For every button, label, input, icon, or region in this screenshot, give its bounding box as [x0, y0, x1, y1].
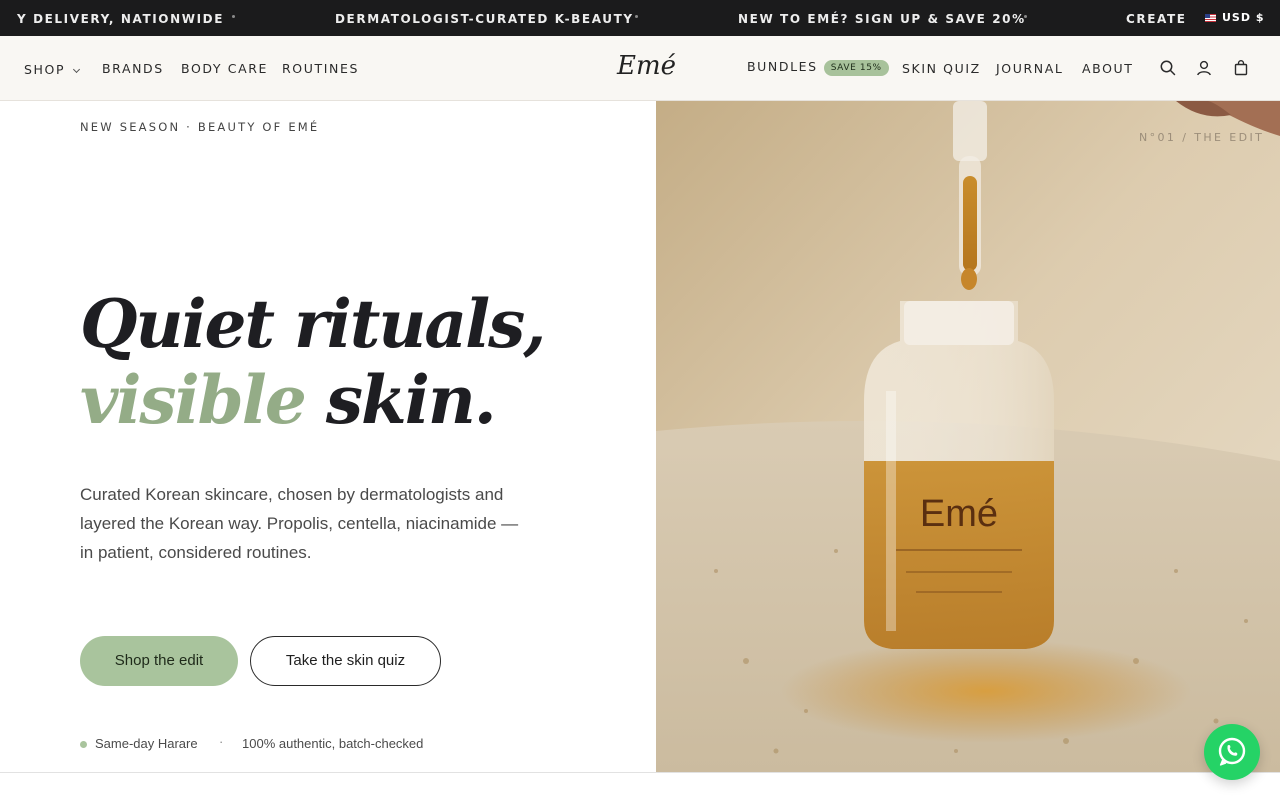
nav-shop-label: SHOP: [24, 62, 66, 77]
headline-rest: skin.: [325, 361, 497, 439]
bottle-label: Emé: [920, 493, 998, 535]
nav-routines[interactable]: ROUTINES: [282, 61, 359, 76]
whatsapp-chat-button[interactable]: [1204, 724, 1260, 780]
bundles-save-badge: SAVE 15%: [823, 60, 889, 76]
headline-line-1: Quiet rituals,: [80, 285, 546, 363]
site-header: SHOP BRANDS BODY CARE ROUTINES Emé BUNDL…: [0, 36, 1280, 101]
currency-label: USD $: [1222, 11, 1265, 24]
nav-brands[interactable]: BRANDS: [102, 61, 164, 76]
hero-image-tag: N°01 / THE EDIT: [1139, 131, 1265, 144]
trust-authentic: 100% authentic, batch-checked: [242, 736, 424, 751]
skin-quiz-button[interactable]: Take the skin quiz: [250, 636, 441, 686]
currency-selector[interactable]: USD $: [1205, 11, 1264, 24]
us-flag-icon: [1205, 13, 1216, 22]
nav-skin-quiz[interactable]: SKIN QUIZ: [902, 61, 981, 76]
hero-eyebrow: NEW SEASON · BEAUTY OF EMÉ: [80, 120, 320, 134]
announcement-message: Y DELIVERY, NATIONWIDE: [17, 12, 224, 26]
announcement-separator: [232, 15, 235, 18]
bag-icon[interactable]: [1232, 59, 1250, 77]
announcement-message: NEW TO EMÉ? SIGN UP & SAVE 20%: [738, 12, 1026, 26]
headline-accent: visible: [80, 361, 307, 439]
nav-bundles-label: BUNDLES: [747, 59, 818, 74]
nav-journal[interactable]: JOURNAL: [996, 61, 1063, 76]
status-dot-icon: [80, 741, 87, 748]
nav-body-care[interactable]: BODY CARE: [181, 61, 268, 76]
hero-subtext: Curated Korean skincare, chosen by derma…: [80, 485, 519, 562]
announcement-bar: Y DELIVERY, NATIONWIDE DERMATOLOGIST-CUR…: [0, 0, 1280, 36]
announcement-separator: [635, 15, 638, 18]
nav-about[interactable]: ABOUT: [1082, 61, 1134, 76]
chevron-down-icon: [73, 65, 81, 74]
hero-image: Emé: [656, 101, 1280, 772]
whatsapp-icon: [1218, 737, 1246, 766]
trust-separator: ·: [219, 734, 224, 749]
serum-bottle-illustration: Emé: [656, 101, 1280, 772]
account-icon[interactable]: [1195, 59, 1213, 77]
section-divider: [0, 772, 1280, 773]
announcement-message: DERMATOLOGIST-CURATED K-BEAUTY: [335, 12, 634, 26]
site-logo[interactable]: Emé: [617, 51, 676, 81]
nav-shop[interactable]: SHOP: [24, 62, 81, 77]
nav-bundles[interactable]: BUNDLES SAVE 15%: [747, 59, 889, 77]
hero-headline: Quiet rituals, visible skin.: [80, 285, 546, 439]
announcement-separator: [1024, 15, 1027, 18]
search-icon[interactable]: [1159, 59, 1177, 77]
shop-the-edit-button[interactable]: Shop the edit: [80, 636, 238, 686]
trust-same-day: Same-day Harare: [95, 736, 198, 751]
